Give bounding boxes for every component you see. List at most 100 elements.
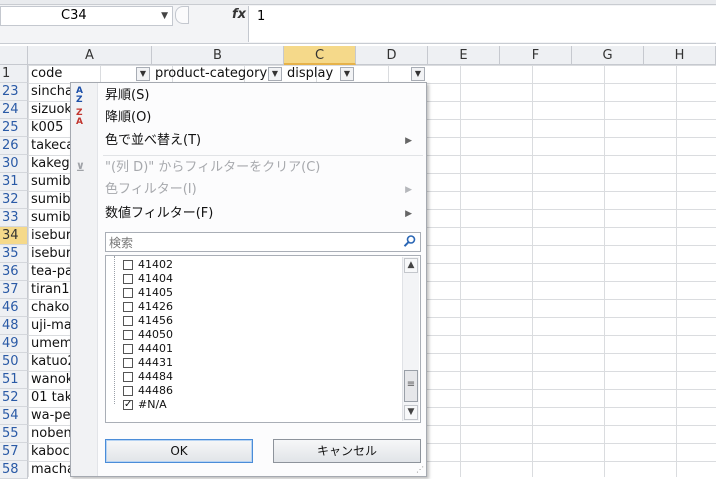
name-box[interactable]: C34 ▼ [0,6,173,26]
cell-code[interactable]: sumibi [31,173,71,191]
column-header-f[interactable]: F [500,46,572,65]
column-header-e[interactable]: E [428,46,500,65]
sort-ascending-item[interactable]: 昇順(S) [105,86,149,106]
cell-code[interactable]: takeca [31,137,71,155]
row-header[interactable]: 55 [0,425,28,443]
column-header-b[interactable]: B [152,46,284,65]
clear-filter-item[interactable]: "(列 D)" からフィルターをクリア(C) [105,158,320,178]
row-header[interactable]: 23 [0,83,28,101]
scroll-down-icon[interactable]: ▼ [404,405,418,420]
row-header[interactable]: 50 [0,353,28,371]
cell-code[interactable]: wanok [31,371,71,389]
list-scrollbar[interactable]: ▲ ≡ ▼ [402,257,419,421]
checkbox[interactable] [123,386,133,396]
resize-grip-icon[interactable]: ⋰ [416,465,424,474]
scroll-thumb[interactable]: ≡ [404,370,418,402]
row-header[interactable]: 37 [0,281,28,299]
checkbox[interactable]: ✓ [123,400,133,410]
cell-code[interactable]: tea-pa [31,263,71,281]
checkbox[interactable] [123,274,133,284]
select-all-corner[interactable] [0,46,28,65]
search-placeholder: 検索 [109,236,134,250]
checkbox[interactable] [123,260,133,270]
sort-by-color-item[interactable]: 色で並べ替え(T) ▶ [105,131,420,151]
checkbox[interactable] [123,288,133,298]
row-header[interactable]: 51 [0,371,28,389]
filter-list-item-label: 41404 [138,272,173,285]
column-header-h[interactable]: H [644,46,716,65]
formula-bar-toggle[interactable] [175,6,189,24]
row-header[interactable]: 49 [0,335,28,353]
number-filter-item[interactable]: 数値フィルター(F) ▶ [105,204,420,224]
row-header[interactable]: 25 [0,119,28,137]
sort-by-color-label: 色で並べ替え(T) [105,133,202,148]
row-header[interactable]: 54 [0,407,28,425]
checkbox[interactable] [123,316,133,326]
formula-input[interactable]: 1 [248,6,716,42]
filter-active-icon[interactable]: ▼ [340,67,354,81]
filter-list-item-label: #N/A [138,398,167,411]
ok-button[interactable]: OK [105,439,253,463]
sort-descending-item[interactable]: 降順(O) [105,108,151,128]
menu-separator [103,155,423,156]
cell-code[interactable]: macha [31,461,71,479]
insert-function-button[interactable]: fx [190,6,248,26]
cancel-button[interactable]: キャンセル [273,439,421,463]
row-header[interactable]: 33 [0,209,28,227]
filter-list-item-label: 44486 [138,384,173,397]
cell-code[interactable]: sumibi [31,209,71,227]
checkbox[interactable] [123,372,133,382]
cell-code[interactable]: kakega [31,155,71,173]
formula-value: 1 [257,9,266,24]
cell-code[interactable]: tiran1( [31,281,71,299]
filter-search-input[interactable]: 検索 [105,232,421,252]
chevron-down-icon[interactable]: ▼ [161,7,168,25]
filter-value-list[interactable]: 41402 41404 41405 41426 41456 44050 44401 44431… [105,255,421,423]
checkbox[interactable] [123,358,133,368]
cell-code[interactable]: isebur [31,227,71,245]
checkbox[interactable] [123,344,133,354]
row-header[interactable]: 36 [0,263,28,281]
filter-dropdown-a[interactable]: ▼ [136,67,150,81]
cell-code[interactable]: sincha [31,83,71,101]
row-header[interactable]: 24 [0,101,28,119]
cell-code[interactable]: 01 take [31,389,71,407]
row-header[interactable]: 58 [0,461,28,479]
row-header[interactable]: 52 [0,389,28,407]
cell-code[interactable]: uji-ma [31,317,71,335]
column-header-c[interactable]: C [284,46,356,65]
filter-list-item-label: 41405 [138,286,173,299]
column-header-a[interactable]: A [28,46,152,65]
cell-code[interactable]: chako [31,299,71,317]
cell-code[interactable]: noben [31,425,71,443]
cell-code[interactable]: katuo2 [31,353,71,371]
row-header[interactable]: 35 [0,245,28,263]
row-header[interactable]: 30 [0,155,28,173]
filter-dropdown-b[interactable]: ▼ [268,67,282,81]
cell-code[interactable]: wa-pe [31,407,71,425]
row-header[interactable]: 57 [0,443,28,461]
checkbox[interactable] [123,302,133,312]
color-filter-item[interactable]: 色フィルター(I) ▶ [105,180,420,200]
column-header-d[interactable]: D [356,46,428,65]
row-header[interactable]: 34 [0,227,28,245]
row-header[interactable]: 46 [0,299,28,317]
header-cell-code[interactable]: code [31,65,62,83]
cell-code[interactable]: kaboc [31,443,71,461]
cell-code[interactable]: isebur [31,245,71,263]
checkbox[interactable] [123,330,133,340]
row-header[interactable]: 31 [0,173,28,191]
column-header-g[interactable]: G [572,46,644,65]
cell-code[interactable]: sizuok [31,101,71,119]
row-header[interactable]: 1 [0,65,28,83]
cell-code[interactable]: k005 [31,119,71,137]
scroll-up-icon[interactable]: ▲ [404,258,418,273]
row-header[interactable]: 48 [0,317,28,335]
header-cell-product-category[interactable]: product-category [155,65,267,83]
row-header[interactable]: 26 [0,137,28,155]
row-header[interactable]: 32 [0,191,28,209]
header-cell-display[interactable]: display [287,65,333,83]
cell-code[interactable]: umema [31,335,71,353]
cell-code[interactable]: sumibi [31,191,71,209]
filter-dropdown-d[interactable]: ▼ [411,67,425,81]
